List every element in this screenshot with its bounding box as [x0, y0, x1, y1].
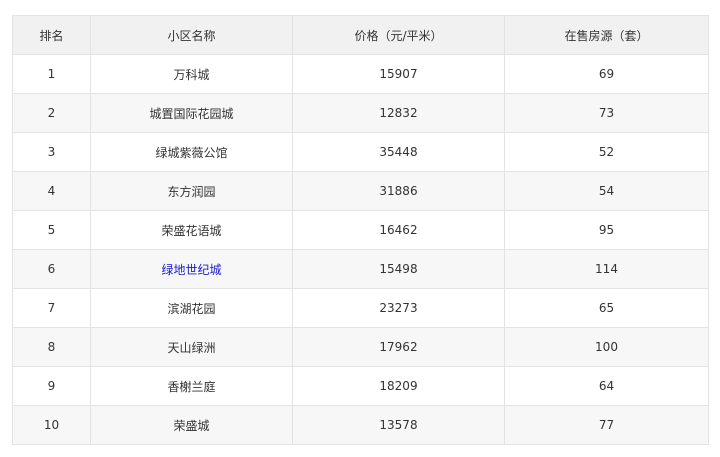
cell-price: 15498: [292, 249, 505, 289]
cell-rank: 1: [12, 54, 91, 94]
cell-rank: 9: [12, 366, 91, 406]
table-body: 1 万科城 15907 69 2 城置国际花园城 12832 73 3 绿城紫薇公馆 35448 52…: [12, 54, 709, 445]
housing-ranking-table: 排名 小区名称 价格（元/平米） 在售房源（套） 1 万科城 15907 69 2 城置国…: [12, 15, 709, 445]
table-header-row: 排名 小区名称 价格（元/平米） 在售房源（套）: [12, 15, 709, 55]
cell-listings: 100: [504, 327, 709, 367]
cell-price: 18209: [292, 366, 505, 406]
cell-listings: 95: [504, 210, 709, 250]
community-link[interactable]: 绿地世纪城: [161, 263, 221, 277]
table-row: 6 绿地世纪城 15498 114: [12, 249, 709, 289]
cell-rank: 3: [12, 132, 91, 172]
cell-rank: 4: [12, 171, 91, 211]
cell-community-name: 绿地世纪城: [90, 249, 293, 289]
table-row: 8 天山绿洲 17962 100: [12, 327, 709, 367]
cell-price: 12832: [292, 93, 505, 133]
cell-price: 13578: [292, 405, 505, 445]
cell-community-name: 荣盛城: [90, 405, 293, 445]
header-community-name: 小区名称: [90, 15, 293, 55]
cell-price: 31886: [292, 171, 505, 211]
cell-community-name: 滨湖花园: [90, 288, 293, 328]
cell-community-name: 香榭兰庭: [90, 366, 293, 406]
cell-rank: 5: [12, 210, 91, 250]
cell-price: 15907: [292, 54, 505, 94]
cell-listings: 114: [504, 249, 709, 289]
cell-listings: 52: [504, 132, 709, 172]
cell-community-name: 天山绿洲: [90, 327, 293, 367]
cell-listings: 54: [504, 171, 709, 211]
table-row: 3 绿城紫薇公馆 35448 52: [12, 132, 709, 172]
cell-rank: 7: [12, 288, 91, 328]
table-row: 7 滨湖花园 23273 65: [12, 288, 709, 328]
table-row: 10 荣盛城 13578 77: [12, 405, 709, 445]
cell-rank: 8: [12, 327, 91, 367]
cell-price: 17962: [292, 327, 505, 367]
table-row: 1 万科城 15907 69: [12, 54, 709, 94]
table-row: 5 荣盛花语城 16462 95: [12, 210, 709, 250]
cell-community-name: 万科城: [90, 54, 293, 94]
cell-community-name: 荣盛花语城: [90, 210, 293, 250]
cell-listings: 64: [504, 366, 709, 406]
header-price: 价格（元/平米）: [292, 15, 505, 55]
ranking-table-container: 排名 小区名称 价格（元/平米） 在售房源（套） 1 万科城 15907 69 2 城置国…: [12, 15, 709, 445]
cell-price: 35448: [292, 132, 505, 172]
cell-rank: 2: [12, 93, 91, 133]
cell-community-name: 城置国际花园城: [90, 93, 293, 133]
cell-price: 16462: [292, 210, 505, 250]
table-row: 2 城置国际花园城 12832 73: [12, 93, 709, 133]
cell-listings: 73: [504, 93, 709, 133]
cell-community-name: 东方润园: [90, 171, 293, 211]
cell-rank: 10: [12, 405, 91, 445]
header-rank: 排名: [12, 15, 91, 55]
cell-listings: 69: [504, 54, 709, 94]
cell-community-name: 绿城紫薇公馆: [90, 132, 293, 172]
table-row: 9 香榭兰庭 18209 64: [12, 366, 709, 406]
table-row: 4 东方润园 31886 54: [12, 171, 709, 211]
cell-rank: 6: [12, 249, 91, 289]
cell-listings: 77: [504, 405, 709, 445]
header-listings: 在售房源（套）: [504, 15, 709, 55]
cell-price: 23273: [292, 288, 505, 328]
cell-listings: 65: [504, 288, 709, 328]
